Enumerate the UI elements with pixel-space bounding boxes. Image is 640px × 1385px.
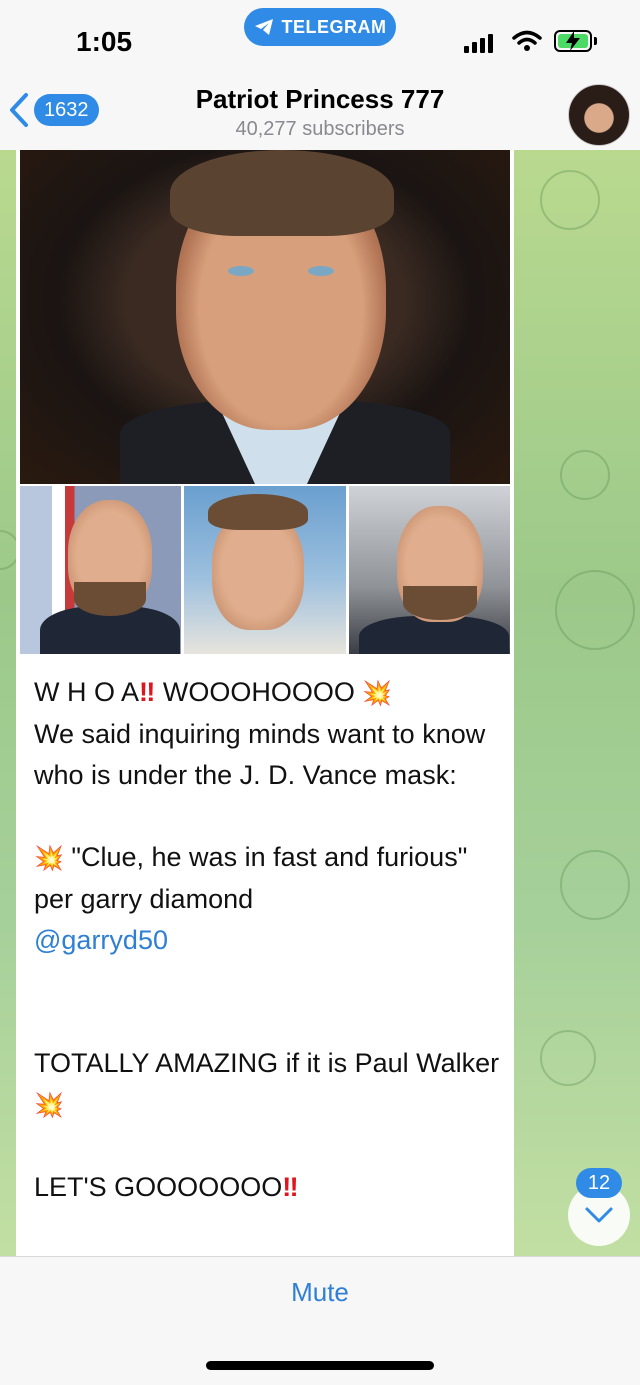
post-photo-thumb[interactable] bbox=[184, 486, 346, 654]
status-time: 1:05 bbox=[76, 26, 133, 57]
telegram-plane-icon bbox=[254, 19, 273, 35]
mute-button[interactable]: Mute bbox=[0, 1277, 640, 1308]
bottom-bar: Mute bbox=[0, 1256, 640, 1385]
post-paragraph: TOTALLY AMAZING if it is Paul Walker 💥 bbox=[34, 1048, 500, 1119]
post-photo-thumb[interactable] bbox=[348, 486, 510, 654]
post-paragraph: LET'S GOOOOOOO‼ bbox=[34, 1172, 299, 1202]
channel-avatar[interactable] bbox=[568, 84, 630, 146]
chat-header: 1632 Patriot Princess 777 40,277 subscri… bbox=[0, 68, 640, 150]
telegram-pill-label: TELEGRAM bbox=[281, 16, 387, 37]
battery-cap bbox=[594, 37, 597, 45]
wallpaper-doodle bbox=[560, 850, 630, 920]
wifi-icon bbox=[512, 30, 542, 51]
subscriber-count: 40,277 subscribers bbox=[235, 118, 405, 140]
double-exclamation-icon: ‼ bbox=[139, 677, 156, 707]
post-photo-thumb[interactable] bbox=[20, 486, 182, 654]
status-bar: 1:05 TELEGRAM bbox=[0, 0, 640, 68]
post-photo-main[interactable] bbox=[20, 150, 510, 484]
collision-icon: 💥 bbox=[34, 845, 64, 872]
collision-icon: 💥 bbox=[362, 680, 393, 707]
channel-post[interactable]: W H O A‼ WOOOHOOOO 💥 We said inquiring m… bbox=[16, 150, 514, 1256]
wallpaper-doodle bbox=[555, 570, 635, 650]
double-exclamation-icon: ‼ bbox=[282, 1172, 299, 1202]
post-photo-grid bbox=[20, 486, 510, 654]
wallpaper-doodle bbox=[540, 1030, 596, 1086]
wallpaper-doodle bbox=[560, 450, 610, 500]
post-line-whoa: W H O A‼ WOOOHOOOO 💥 bbox=[34, 677, 393, 707]
home-indicator[interactable] bbox=[206, 1361, 434, 1370]
mention-link[interactable]: @garryd50 bbox=[34, 925, 168, 955]
telegram-return-pill[interactable]: TELEGRAM bbox=[244, 8, 396, 46]
post-text: W H O A‼ WOOOHOOOO 💥 We said inquiring m… bbox=[34, 672, 504, 1208]
post-paragraph: We said inquiring minds want to know who… bbox=[34, 719, 486, 790]
post-paragraph-clue: 💥 "Clue, he was in fast and furious" per… bbox=[34, 842, 468, 914]
chevron-down-icon bbox=[585, 1207, 613, 1223]
wallpaper-doodle bbox=[540, 170, 600, 230]
collision-icon: 💥 bbox=[34, 1092, 64, 1119]
new-messages-badge: 12 bbox=[576, 1168, 622, 1198]
signal-icon bbox=[464, 34, 493, 53]
chat-background[interactable]: W H O A‼ WOOOHOOOO 💥 We said inquiring m… bbox=[0, 150, 640, 1256]
charging-bolt-icon bbox=[566, 31, 580, 51]
channel-title[interactable]: Patriot Princess 777 bbox=[0, 84, 640, 115]
